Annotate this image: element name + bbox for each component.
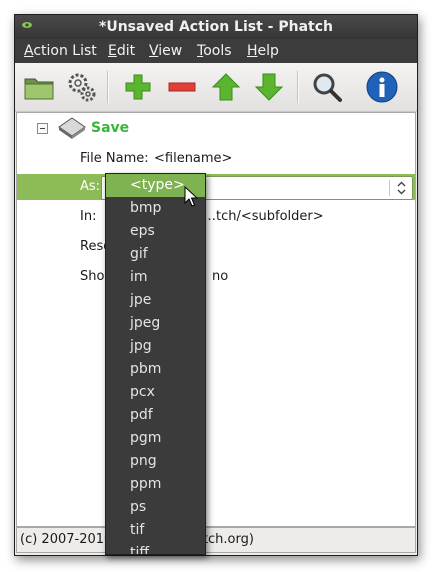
plus-icon[interactable] (121, 70, 155, 104)
dropdown-option[interactable]: tif (106, 519, 205, 542)
dropdown-option[interactable]: png (106, 450, 205, 473)
combo-updown-arrow-icon[interactable] (396, 180, 407, 196)
dropdown-option[interactable]: jpg (106, 335, 205, 358)
dropdown-option[interactable]: jpe (106, 289, 205, 312)
field-row-show[interactable]: Show no (17, 264, 415, 290)
field-row-in[interactable]: In: …tch/<subfolder> (17, 204, 415, 230)
dropdown-option[interactable]: pgm (106, 427, 205, 450)
status-bar: (c) 2007-2010 … (http://phatch.org) (16, 527, 416, 553)
dropdown-option[interactable]: pdf (106, 404, 205, 427)
dropdown-option[interactable]: eps (106, 220, 205, 243)
menu-help[interactable]: Help (247, 43, 279, 59)
dropdown-option[interactable]: pcx (106, 381, 205, 404)
title-bar[interactable]: *Unsaved Action List - Phatch (15, 15, 417, 39)
dropdown-option[interactable]: tiff (106, 542, 205, 554)
menu-action-list[interactable]: Action List (24, 43, 97, 59)
filename-value: <filename> (154, 151, 233, 166)
filename-label: File Name: (80, 151, 149, 166)
toolbar (15, 63, 417, 112)
action-tree[interactable]: Save File Name: <filename> As: In: …tch/… (16, 112, 416, 527)
menu-tools[interactable]: Tools (197, 43, 232, 59)
dropdown-option[interactable]: ppm (106, 473, 205, 496)
minus-icon[interactable] (165, 70, 199, 104)
app-window: *Unsaved Action List - Phatch Action Lis… (14, 14, 418, 556)
folder-open-icon[interactable] (22, 70, 56, 104)
collapse-toggle[interactable] (37, 123, 48, 134)
action-save-label[interactable]: Save (91, 120, 129, 136)
save-diamond-icon (58, 117, 86, 139)
menu-view[interactable]: View (149, 43, 182, 59)
dropdown-option[interactable]: im (106, 266, 205, 289)
combo-separator (389, 180, 390, 196)
menu-edit[interactable]: Edit (108, 43, 135, 59)
toolbar-separator (107, 71, 109, 103)
mouse-pointer-icon (184, 186, 198, 207)
field-row-as[interactable]: As: (17, 174, 415, 200)
magnifier-icon[interactable] (310, 70, 344, 104)
show-value: no (212, 269, 229, 284)
arrow-down-icon[interactable] (252, 70, 286, 104)
dropdown-option[interactable]: ps (106, 496, 205, 519)
in-value: …tch/<subfolder> (203, 209, 324, 224)
arrow-up-icon[interactable] (209, 70, 243, 104)
as-label: As: (80, 179, 101, 194)
field-row-resolution[interactable]: Reso (17, 234, 415, 260)
field-row-filename[interactable]: File Name: <filename> (17, 146, 415, 172)
gears-icon[interactable] (65, 70, 99, 104)
dropdown-option[interactable]: jpeg (106, 312, 205, 335)
window-title: *Unsaved Action List - Phatch (99, 19, 333, 35)
info-icon[interactable] (365, 70, 399, 104)
dropdown-option[interactable]: gif (106, 243, 205, 266)
dropdown-option[interactable]: pbm (106, 358, 205, 381)
type-dropdown-list[interactable]: <type> bmp eps gif im jpe jpeg jpg pbm p… (105, 173, 206, 555)
toolbar-separator (297, 71, 299, 103)
menu-bar: Action List Edit View Tools Help (15, 39, 417, 63)
in-label: In: (80, 209, 97, 224)
